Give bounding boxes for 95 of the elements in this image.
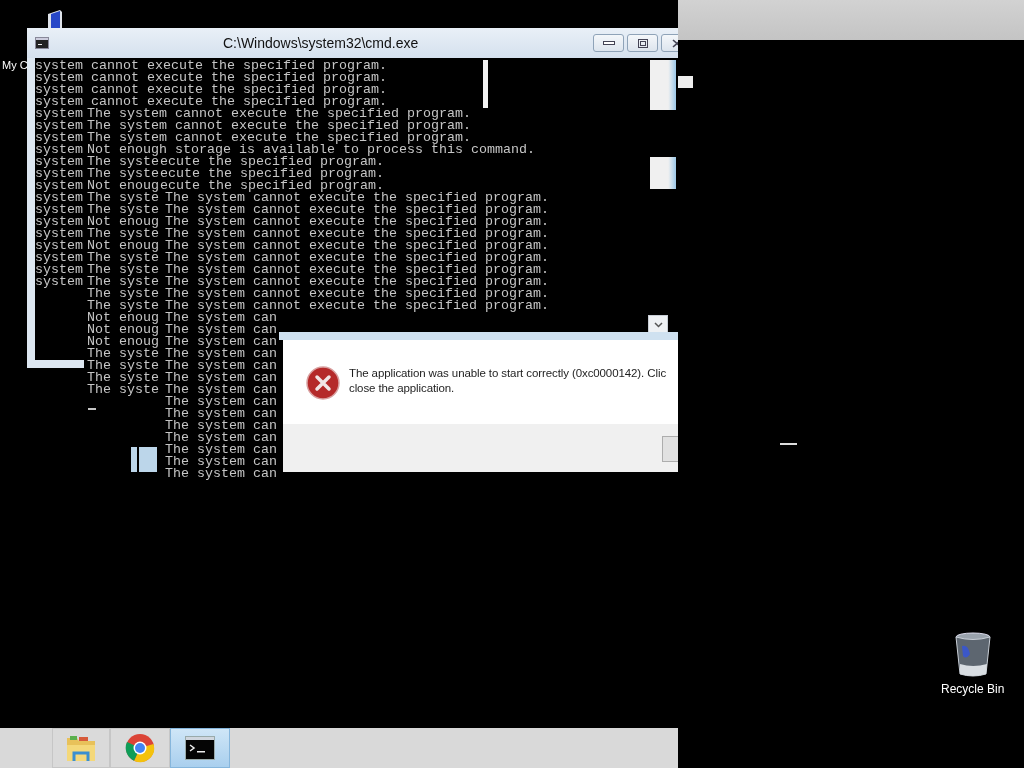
close-icon <box>671 38 678 48</box>
console-line: The system can <box>165 408 277 420</box>
console-line: system <box>35 108 83 120</box>
console-line: The syste <box>87 192 159 204</box>
console-line: system cannot execute the specified program. <box>35 72 387 84</box>
desktop-icon-label: Recycle Bin <box>941 682 1005 696</box>
console-line: The system cannot execute the specified program. <box>165 216 549 228</box>
console-line: system <box>35 252 83 264</box>
console-line: The syste <box>87 372 159 384</box>
console-line: The syste <box>87 276 159 288</box>
console-line: Not enoug <box>87 312 159 324</box>
console-line: system <box>35 120 83 132</box>
console-line: The system can <box>165 372 277 384</box>
text-cursor <box>780 443 797 445</box>
console-line: The syste <box>87 204 159 216</box>
console-line: system <box>35 180 83 192</box>
error-icon <box>306 366 340 400</box>
console-line: The system cannot execute the specified program. <box>87 108 471 120</box>
console-line: The system cannot execute the specified program. <box>165 228 549 240</box>
scrollbar-fragment <box>650 157 676 189</box>
folder-icon <box>65 733 97 763</box>
console-line: ecute the specified program. <box>160 156 384 168</box>
maximize-icon <box>637 38 648 48</box>
console-line: system <box>35 156 83 168</box>
window-frame-fragment <box>131 447 157 472</box>
console-line: system <box>35 204 83 216</box>
console-line: Not enoug <box>87 240 159 252</box>
console-line: The system cannot execute the specified program. <box>165 300 549 312</box>
console-line: The syste <box>87 300 159 312</box>
console-line: The syste <box>87 384 159 396</box>
console-line: The system cannot execute the specified program. <box>87 120 471 132</box>
scrollbar-fragment <box>650 60 676 110</box>
console-line: ecute the specified program. <box>160 168 384 180</box>
console-line: The system can <box>165 360 277 372</box>
chevron-down-icon <box>653 321 663 328</box>
recycle-bin-icon[interactable] <box>953 632 992 678</box>
console-line: system <box>35 264 83 276</box>
console-app-icon <box>35 37 49 49</box>
console-line: system cannot execute the specified program. <box>35 84 387 96</box>
console-line: Not enoug <box>87 180 159 192</box>
console-line: The system cannot execute the specified program. <box>165 288 549 300</box>
console-line: The system cannot execute the specified program. <box>165 252 549 264</box>
terminal-icon <box>185 736 215 760</box>
console-line: The system can <box>165 420 277 432</box>
console-line: system <box>35 276 83 288</box>
console-line: The system can <box>165 432 277 444</box>
console-line: The syste <box>87 288 159 300</box>
console-line: The system can <box>165 468 277 480</box>
console-line: Not enough storage is available to process this command. <box>87 144 535 156</box>
console-line: The syste <box>87 168 159 180</box>
console-line: The system cannot execute the specified program. <box>87 132 471 144</box>
console-line: system cannot execute the specified program. <box>35 60 387 72</box>
console-line: The syste <box>87 264 159 276</box>
desktop-icon-label[interactable]: My C <box>2 59 28 71</box>
text-cursor <box>88 408 96 410</box>
console-line: system <box>35 216 83 228</box>
browser-icon <box>125 733 155 763</box>
console-line: system <box>35 168 83 180</box>
console-line: The system can <box>165 312 277 324</box>
console-line: The syste <box>87 360 159 372</box>
console-line: system <box>35 192 83 204</box>
console-line: The system cannot execute the specified program. <box>165 264 549 276</box>
error-message: The application was unable to start correctly (0xc0000142). Clic close the application. <box>349 366 667 396</box>
console-line: The system can <box>165 348 277 360</box>
console-line: The system cannot execute the specified program. <box>165 204 549 216</box>
console-line: system <box>35 144 83 156</box>
console-line: The system can <box>165 396 277 408</box>
console-line: Not enoug <box>87 336 159 348</box>
computer-icon <box>48 10 62 28</box>
console-line: Not enoug <box>87 216 159 228</box>
console-line: The system cannot execute the specified program. <box>165 276 549 288</box>
console-line: The system can <box>165 384 277 396</box>
console-line: The system cannot execute the specified program. <box>165 192 549 204</box>
console-line: The system can <box>165 324 277 336</box>
minimize-icon <box>602 41 615 45</box>
taskbar-button[interactable] <box>170 728 230 768</box>
console-line: system <box>35 240 83 252</box>
console-line: The syste <box>87 252 159 264</box>
console-line: The syste <box>87 348 159 360</box>
console-line: The syste <box>87 228 159 240</box>
console-line: ecute the specified program. <box>160 180 384 192</box>
maximize-button[interactable] <box>627 34 658 52</box>
console-line: system <box>35 132 83 144</box>
console-line: The syste <box>87 156 159 168</box>
console-line: The system can <box>165 336 277 348</box>
window-frame-fragment <box>678 76 693 88</box>
console-line: system <box>35 228 83 240</box>
window-frame-fragment <box>483 60 488 110</box>
console-line: The system cannot execute the specified program. <box>165 240 549 252</box>
minimize-button[interactable] <box>593 34 624 52</box>
console-line: The system can <box>165 444 277 456</box>
console-line: system cannot execute the specified program. <box>35 96 387 108</box>
console-line: The system can <box>165 456 277 468</box>
console-line: Not enoug <box>87 324 159 336</box>
window-title: C:\Windows\system32\cmd.exe <box>223 35 419 51</box>
